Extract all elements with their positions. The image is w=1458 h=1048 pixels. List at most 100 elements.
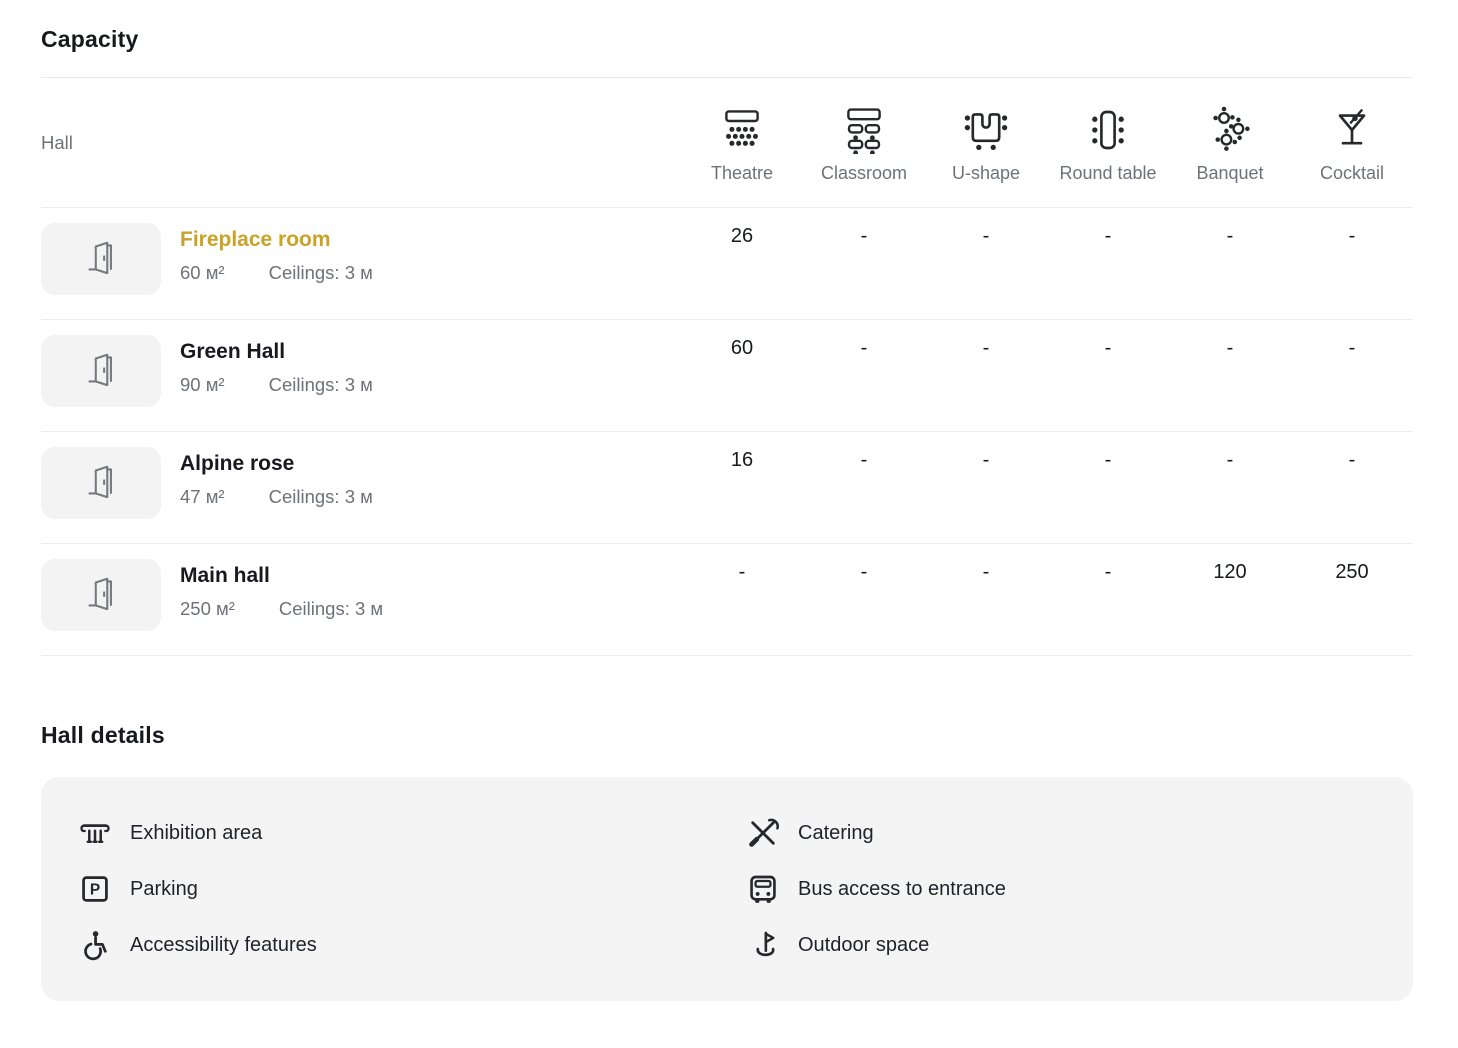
column-header-classroom: Classroom <box>803 102 925 184</box>
capacity-cell-cocktail: - <box>1291 208 1413 319</box>
hall-row[interactable]: Main hall 250 м² Ceilings: 3 м - - - - 1… <box>41 544 1413 656</box>
capacity-cell-cocktail: 250 <box>1291 544 1413 655</box>
hall-ceilings: Ceilings: 3 м <box>269 262 373 284</box>
detail-label: Exhibition area <box>130 822 262 845</box>
svg-text:P: P <box>90 882 100 899</box>
column-label: Classroom <box>821 163 907 184</box>
hall-thumbnail <box>41 223 161 295</box>
hall-details-title: Hall details <box>41 722 1413 749</box>
capacity-cell-round-table: - <box>1047 432 1169 543</box>
detail-label: Catering <box>798 822 874 845</box>
hall-area: 90 м² <box>180 374 225 396</box>
detail-label: Accessibility features <box>130 934 317 957</box>
round-table-icon <box>1084 106 1132 154</box>
hall-ceilings: Ceilings: 3 м <box>269 486 373 508</box>
capacity-cell-u-shape: - <box>925 544 1047 655</box>
hall-ceilings: Ceilings: 3 м <box>279 598 383 620</box>
hall-row[interactable]: Fireplace room 60 м² Ceilings: 3 м 26 - … <box>41 208 1413 320</box>
column-header-round-table: Round table <box>1047 102 1169 184</box>
capacity-cell-theatre: 26 <box>681 208 803 319</box>
hall-info: Fireplace room 60 м² Ceilings: 3 м <box>180 223 373 319</box>
detail-item-exhibition-area: Exhibition area <box>79 805 747 861</box>
classroom-icon <box>840 106 888 154</box>
detail-item-parking: P Parking <box>79 861 747 917</box>
exhibition-icon <box>79 817 111 849</box>
hall-name-link[interactable]: Main hall <box>180 564 383 588</box>
hall-thumbnail <box>41 335 161 407</box>
hall-thumbnail <box>41 559 161 631</box>
cocktail-icon <box>1328 106 1376 154</box>
capacity-cell-theatre: - <box>681 544 803 655</box>
hall-cell: Fireplace room 60 м² Ceilings: 3 м <box>41 208 681 319</box>
open-door-icon <box>78 460 124 506</box>
capacity-cell-banquet: - <box>1169 320 1291 431</box>
capacity-table: Hall Theatre <box>41 77 1413 656</box>
capacity-cell-theatre: 60 <box>681 320 803 431</box>
column-label: Banquet <box>1196 163 1263 184</box>
capacity-cell-theatre: 16 <box>681 432 803 543</box>
detail-label: Bus access to entrance <box>798 878 1006 901</box>
detail-item-outdoor-space: Outdoor space <box>747 917 1383 973</box>
hall-sub-info: 250 м² Ceilings: 3 м <box>180 598 383 620</box>
hall-ceilings: Ceilings: 3 м <box>269 374 373 396</box>
open-door-icon <box>78 572 124 618</box>
detail-item-bus-access: Bus access to entrance <box>747 861 1383 917</box>
capacity-table-header: Hall Theatre <box>41 78 1413 208</box>
banquet-icon <box>1206 106 1254 154</box>
hall-info: Green Hall 90 м² Ceilings: 3 м <box>180 335 373 431</box>
hall-thumbnail <box>41 447 161 519</box>
hall-cell: Main hall 250 м² Ceilings: 3 м <box>41 544 681 655</box>
hall-name-link[interactable]: Alpine rose <box>180 452 373 476</box>
hall-row[interactable]: Green Hall 90 м² Ceilings: 3 м 60 - - - … <box>41 320 1413 432</box>
capacity-cell-round-table: - <box>1047 544 1169 655</box>
detail-label: Outdoor space <box>798 934 929 957</box>
hall-area: 60 м² <box>180 262 225 284</box>
hall-name-link[interactable]: Fireplace room <box>180 228 373 252</box>
capacity-cell-cocktail: - <box>1291 320 1413 431</box>
hall-info: Main hall 250 м² Ceilings: 3 м <box>180 559 383 655</box>
column-label: U-shape <box>952 163 1020 184</box>
hall-row[interactable]: Alpine rose 47 м² Ceilings: 3 м 16 - - -… <box>41 432 1413 544</box>
capacity-cell-banquet: - <box>1169 432 1291 543</box>
column-header-cocktail: Cocktail <box>1291 102 1413 184</box>
parking-icon: P <box>79 873 111 905</box>
capacity-cell-u-shape: - <box>925 432 1047 543</box>
hall-sub-info: 90 м² Ceilings: 3 м <box>180 374 373 396</box>
column-header-theatre: Theatre <box>681 102 803 184</box>
capacity-cell-u-shape: - <box>925 320 1047 431</box>
detail-item-accessibility: Accessibility features <box>79 917 747 973</box>
capacity-cell-classroom: - <box>803 208 925 319</box>
detail-label: Parking <box>130 878 198 901</box>
bus-icon <box>747 873 779 905</box>
capacity-cell-classroom: - <box>803 320 925 431</box>
hall-area: 47 м² <box>180 486 225 508</box>
column-header-u-shape: U-shape <box>925 102 1047 184</box>
u-shape-icon <box>962 106 1010 154</box>
open-door-icon <box>78 236 124 282</box>
detail-item-catering: Catering <box>747 805 1383 861</box>
hall-info: Alpine rose 47 м² Ceilings: 3 м <box>180 447 373 543</box>
open-door-icon <box>78 348 124 394</box>
capacity-title: Capacity <box>41 26 1413 53</box>
outdoor-icon <box>747 929 779 961</box>
page: Capacity Hall Theatre <box>0 0 1458 1001</box>
capacity-cell-cocktail: - <box>1291 432 1413 543</box>
hall-details-panel: Exhibition area P Parking <box>41 777 1413 1001</box>
catering-icon <box>747 817 779 849</box>
capacity-cell-banquet: - <box>1169 208 1291 319</box>
theatre-icon <box>718 106 766 154</box>
hall-column-label: Hall <box>41 132 681 154</box>
capacity-cell-classroom: - <box>803 544 925 655</box>
column-label: Cocktail <box>1320 163 1384 184</box>
column-label: Theatre <box>711 163 773 184</box>
hall-cell: Alpine rose 47 м² Ceilings: 3 м <box>41 432 681 543</box>
hall-sub-info: 47 м² Ceilings: 3 м <box>180 486 373 508</box>
capacity-cell-round-table: - <box>1047 208 1169 319</box>
hall-cell: Green Hall 90 м² Ceilings: 3 м <box>41 320 681 431</box>
capacity-cell-classroom: - <box>803 432 925 543</box>
accessibility-icon <box>79 929 111 961</box>
hall-name-link[interactable]: Green Hall <box>180 340 373 364</box>
capacity-cell-u-shape: - <box>925 208 1047 319</box>
capacity-cell-banquet: 120 <box>1169 544 1291 655</box>
hall-details-section: Hall details Exhibition area <box>41 722 1413 1001</box>
